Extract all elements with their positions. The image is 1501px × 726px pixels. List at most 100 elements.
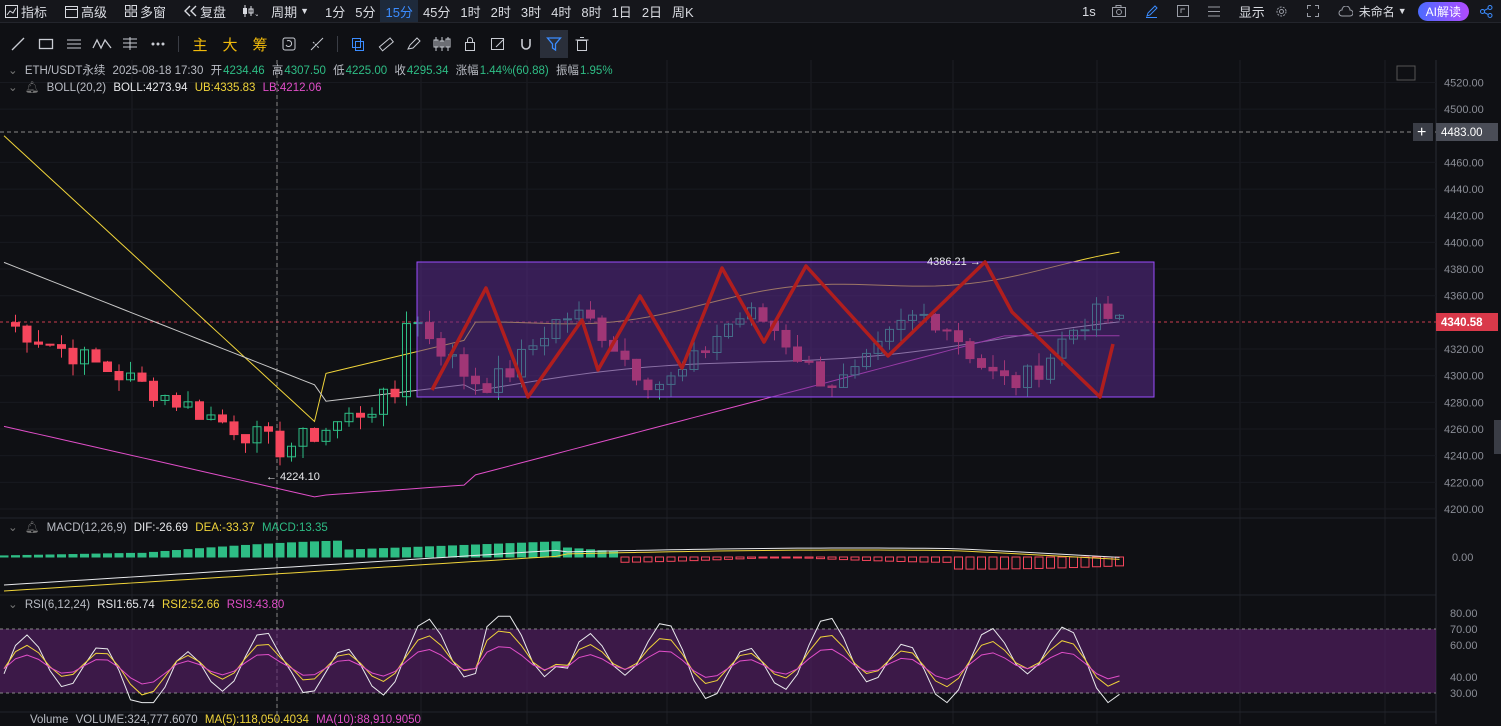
main-force-button[interactable]: 主 <box>185 30 215 58</box>
interval-3h[interactable]: 3时 <box>516 0 546 22</box>
bell-icon[interactable]: 🔔︎ <box>25 82 40 94</box>
boll-upper-value: UB:4335.83 <box>194 82 256 94</box>
main-info-bar: ⌄ ETH/USDT永续 2025-08-18 17:30 开4234.46 高… <box>8 62 617 78</box>
interval-2h[interactable]: 2时 <box>486 0 516 22</box>
magnet-icon <box>521 39 531 50</box>
wave-tool[interactable] <box>88 30 116 58</box>
price-tick-label: 4360.00 <box>1444 291 1484 303</box>
price-tick-label: 4420.00 <box>1444 211 1484 223</box>
edit-tool[interactable] <box>484 30 512 58</box>
interval-label: 2日 <box>641 4 663 20</box>
chart-canvas[interactable]: 4520.00 4500.00 4460.00 4440.00 4420.00 4400.… <box>0 60 1501 724</box>
list-button[interactable] <box>1203 0 1228 22</box>
macd-histogram-bar <box>103 553 112 558</box>
macd-histogram-bar <box>885 556 894 562</box>
settings-button[interactable] <box>1270 0 1296 22</box>
range-box-drawing[interactable] <box>416 261 1155 398</box>
copy-tool[interactable] <box>344 30 372 58</box>
interval-8h[interactable]: 8时 <box>576 0 606 22</box>
macd-histogram-bar <box>287 542 296 558</box>
interval-1h[interactable]: 1时 <box>455 0 485 22</box>
candle-body <box>11 322 20 327</box>
popout-icon <box>1176 5 1189 17</box>
chips-button[interactable]: 筹 <box>245 30 275 58</box>
macd-tick-label: 0.00 <box>1452 552 1473 564</box>
rectangle-tool[interactable] <box>32 30 60 58</box>
advanced-label: 高级 <box>81 4 108 20</box>
macd-histogram-bar <box>218 546 227 558</box>
macd-histogram-bar <box>908 556 917 563</box>
boll-lower-value: LB:4212.06 <box>262 82 322 94</box>
magnet-tool[interactable] <box>512 30 540 58</box>
measure-icon <box>310 37 324 51</box>
draw-button[interactable] <box>1140 0 1166 22</box>
horizontal-lines-tool[interactable] <box>60 30 88 58</box>
macd-histogram-bar <box>91 553 101 558</box>
multi-window-button[interactable]: 多窗 <box>120 0 171 22</box>
interval-label: 1日 <box>611 4 632 20</box>
macd-histogram-bar <box>1034 556 1044 569</box>
rsi-tick-label: 70.00 <box>1450 624 1478 636</box>
lock-tool[interactable] <box>456 30 484 58</box>
ruler-icon <box>378 37 394 52</box>
collapse-chevron-icon[interactable]: ⌄ <box>8 522 18 534</box>
chart-type-button[interactable]: ⌄ <box>237 0 266 22</box>
macd-histogram-bar <box>367 548 377 558</box>
fullscreen-button[interactable] <box>1302 0 1327 22</box>
brush-tool[interactable] <box>400 30 428 58</box>
period-dropdown[interactable]: 周期 ▼ <box>266 0 314 22</box>
more-tools[interactable] <box>144 30 172 58</box>
macd-histogram-bar <box>195 548 204 558</box>
macd-histogram-bar <box>781 556 791 559</box>
open-label: 开 <box>210 65 223 77</box>
change-label: 涨幅 <box>455 65 479 77</box>
interval-1w[interactable]: 周K <box>667 0 699 22</box>
collapse-chevron-icon[interactable]: ⌄ <box>8 82 18 94</box>
macd-histogram-bar <box>896 556 906 562</box>
macd-histogram-bar <box>34 554 43 558</box>
interval-2d[interactable]: 2日 <box>637 0 667 22</box>
ai-analysis-button[interactable]: AI解读 <box>1417 1 1469 21</box>
popout-button[interactable] <box>1172 0 1197 22</box>
macd-histogram-bar <box>758 556 768 559</box>
macd-histogram-bar <box>448 545 457 558</box>
filter-tool[interactable] <box>540 30 568 58</box>
macd-histogram-bar <box>298 541 308 558</box>
macd-histogram-bar <box>1115 556 1124 567</box>
display-button[interactable]: 显示 <box>1234 0 1270 22</box>
interval-4h[interactable]: 4时 <box>546 0 576 22</box>
bell-icon[interactable]: 🔔︎ <box>25 522 40 534</box>
ruler-tool[interactable] <box>372 30 400 58</box>
indicators-button[interactable]: 指标 <box>0 0 52 22</box>
camera-button[interactable] <box>1107 0 1134 22</box>
trend-line-tool[interactable] <box>4 30 32 58</box>
replay-button[interactable]: 复盘 <box>179 0 231 22</box>
expand-chart-icon[interactable] <box>1396 65 1416 81</box>
collapse-chevron-icon[interactable]: ⌄ <box>8 599 18 611</box>
interval-45m[interactable]: 45分 <box>418 0 455 22</box>
interval-1d[interactable]: 1日 <box>607 0 637 22</box>
interval-5m[interactable]: 5分 <box>350 0 380 22</box>
candle-body <box>114 371 124 381</box>
macd-histogram-bar <box>206 547 216 558</box>
side-panel-toggle[interactable] <box>1494 420 1501 454</box>
interval-label: 8时 <box>581 4 602 20</box>
candle-body <box>356 412 365 418</box>
fibonacci-tool[interactable] <box>116 30 144 58</box>
measure-tool[interactable] <box>303 30 331 58</box>
interval-1s-button[interactable]: 1s <box>1077 0 1101 22</box>
drawing-toolbar: 主 大 筹 <box>0 30 596 58</box>
interval-1m[interactable]: 1分 <box>320 0 350 22</box>
macd-histogram-bar <box>264 543 273 558</box>
share-button[interactable] <box>1475 0 1501 22</box>
delete-tool[interactable] <box>568 30 596 58</box>
interval-15m[interactable]: 15分 <box>380 0 418 22</box>
candle-tool[interactable] <box>428 30 456 58</box>
cloud-layout-dropdown[interactable]: 未命名 ▼ <box>1333 0 1412 22</box>
refresh-tool[interactable] <box>275 30 303 58</box>
low-price-marker: ← 4224.10 <box>266 471 320 483</box>
collapse-chevron-icon[interactable]: ⌄ <box>8 65 18 77</box>
macd-histogram-bar <box>413 546 423 558</box>
advanced-button[interactable]: 高级 <box>60 0 112 22</box>
big-order-button[interactable]: 大 <box>215 30 245 58</box>
